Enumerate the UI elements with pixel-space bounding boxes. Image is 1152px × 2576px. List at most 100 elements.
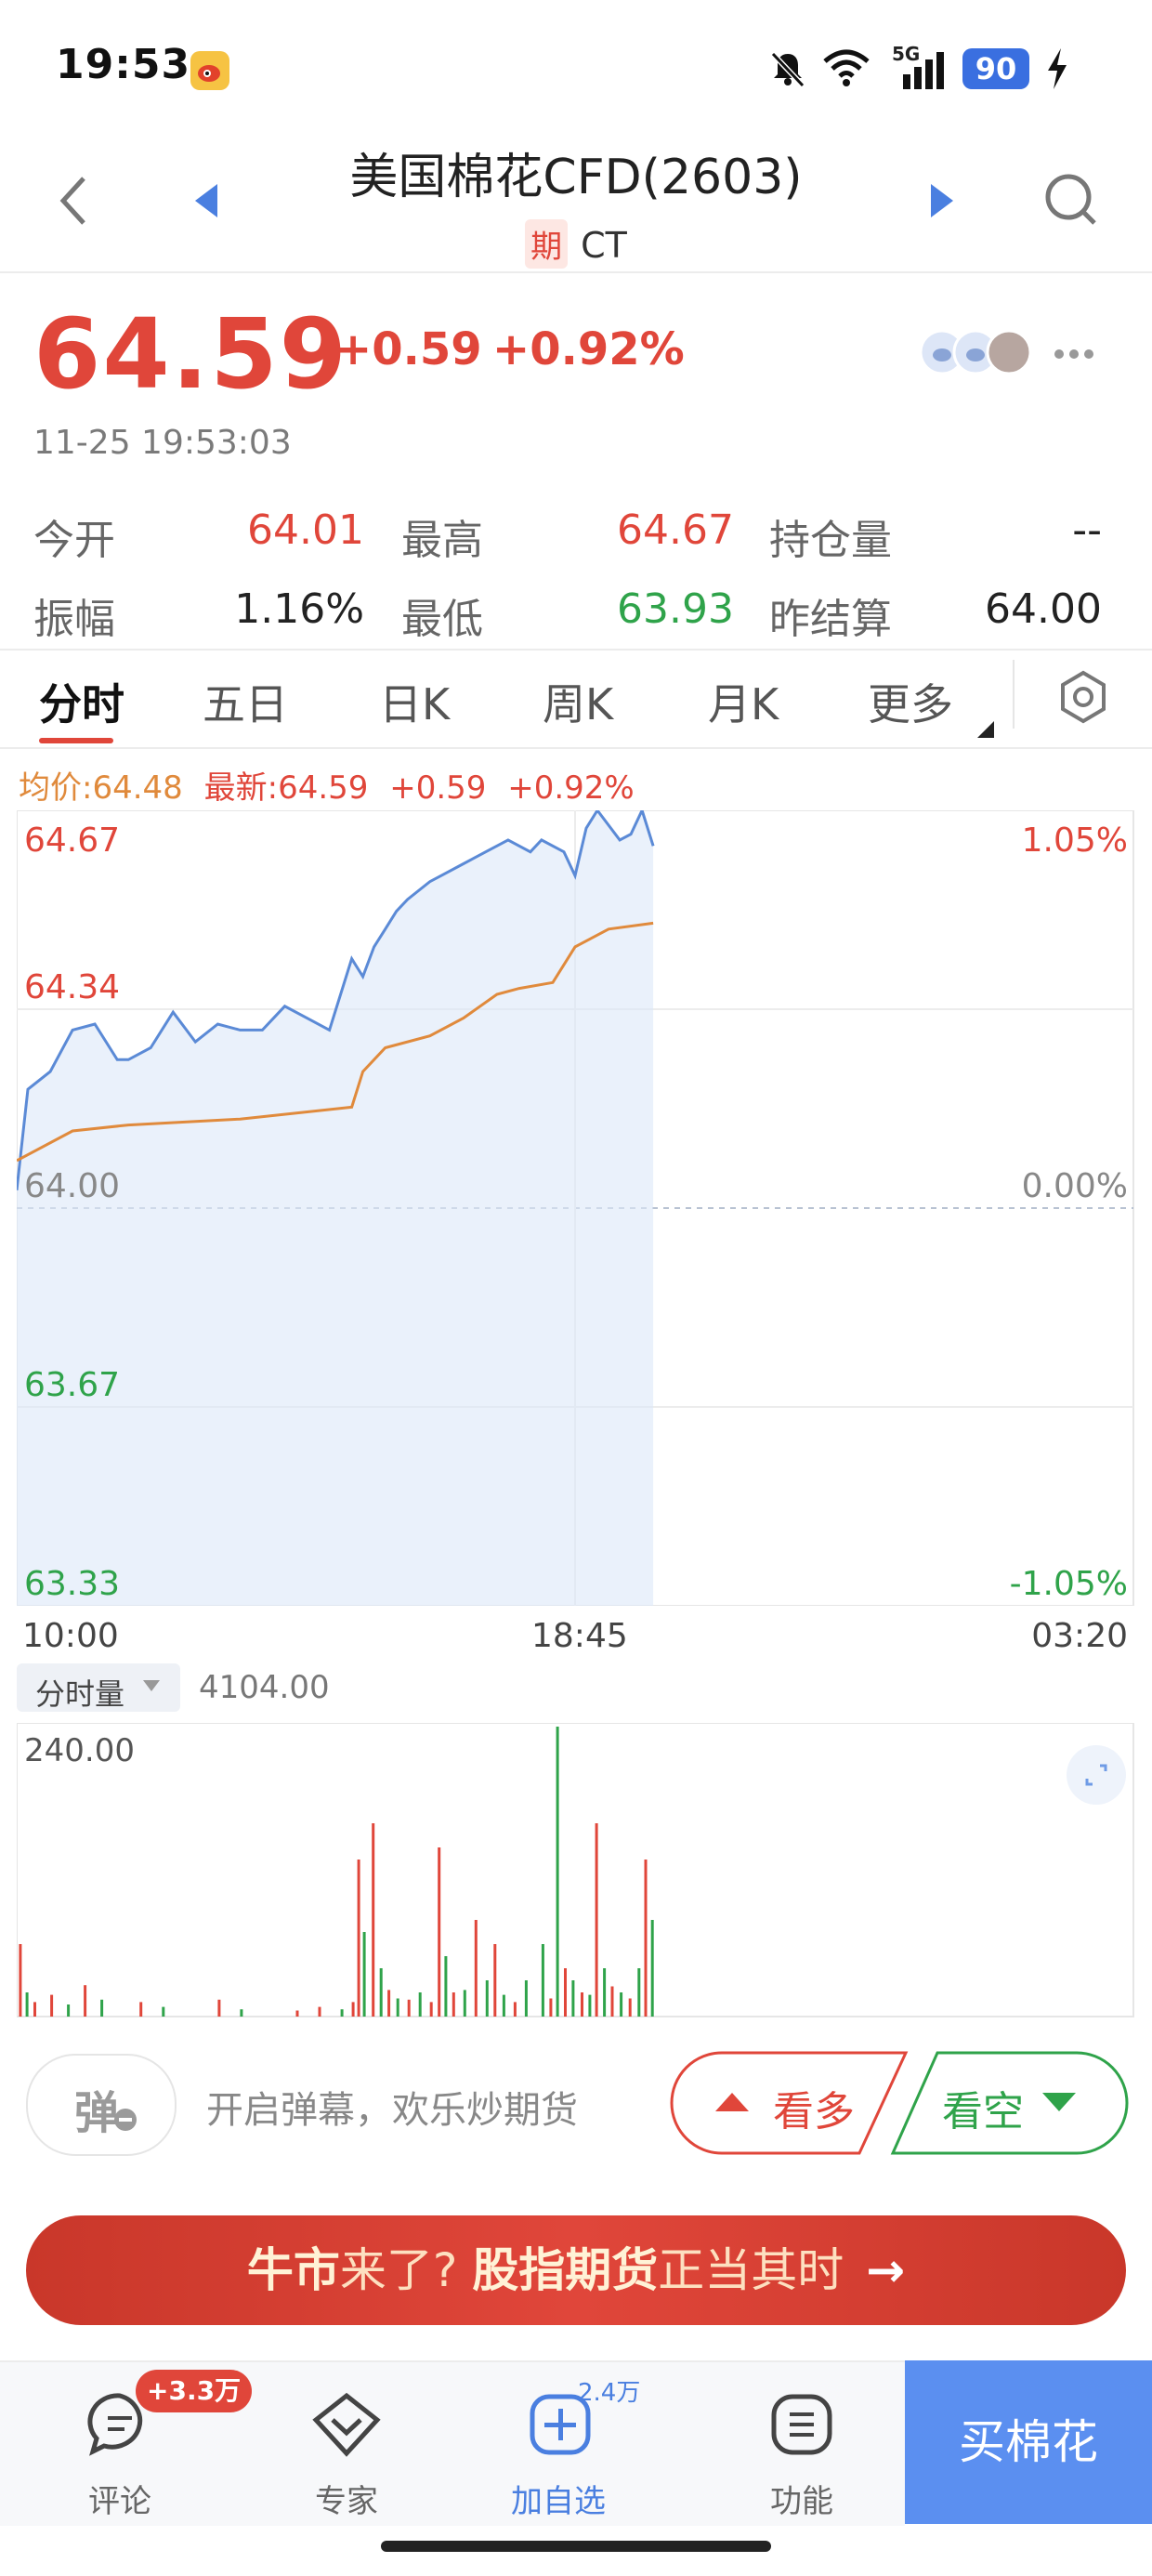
promo-banner[interactable]: 牛市来了? 股指期货正当其时 → (26, 2215, 1126, 2325)
volume-bar-17 (362, 1932, 366, 2017)
tab-intraday[interactable]: 分时 (39, 671, 124, 732)
y-tick-right-2: 0.00% (1021, 1167, 1128, 1205)
volume-bar-29 (474, 1920, 478, 2017)
tab-active-indicator (39, 738, 113, 743)
stat-amplitude-value: 1.16% (234, 585, 364, 633)
minus-icon (114, 2109, 137, 2131)
volume-bar-19 (379, 1968, 383, 2017)
volume-bar-45 (620, 1992, 623, 2017)
danmu-prompt[interactable]: 开启弹幕，欢乐炒期货 (206, 2080, 578, 2134)
volume-bar-3 (33, 2002, 36, 2017)
banner-text-1: 牛市 (246, 2243, 340, 2297)
avg-price-label: 均价:64.48 (19, 769, 183, 807)
menu-list-icon (771, 2394, 832, 2455)
volume-bar-16 (357, 1860, 360, 2017)
comment-count-badge: +3.3万 (136, 2370, 253, 2412)
stat-high-value: 64.67 (617, 506, 734, 554)
expand-icon[interactable] (1067, 1745, 1126, 1805)
volume-bar-36 (549, 1998, 553, 2017)
weibo-app-icon (190, 51, 229, 90)
volume-bar-24 (429, 2002, 433, 2017)
viewer-avatars[interactable] (919, 327, 1041, 381)
volume-bar-2 (25, 1992, 29, 2017)
volume-bar-43 (603, 1968, 607, 2017)
settings-icon[interactable] (1055, 669, 1111, 729)
volume-bar-14 (340, 2009, 344, 2017)
y-tick-right-1: 1.05% (1021, 821, 1128, 860)
volume-bar-34 (524, 1980, 528, 2017)
bear-button[interactable]: 看空 (929, 2050, 1124, 2156)
up-arrow-icon (715, 2093, 749, 2111)
volume-bar-20 (387, 1990, 391, 2017)
y-tick-right-3: -1.05% (1009, 1565, 1128, 1603)
volume-selector[interactable]: 分时量 (17, 1663, 180, 1712)
nav-experts[interactable]: 专家 (277, 2379, 416, 2520)
nav-experts-label: 专家 (315, 2483, 378, 2520)
volume-bar-22 (407, 1999, 411, 2017)
nav-functions-label: 功能 (770, 2483, 833, 2520)
search-icon[interactable] (1044, 173, 1100, 232)
volume-bar-38 (564, 1968, 567, 2017)
volume-bar-18 (372, 1823, 375, 2017)
buy-cotton-button[interactable]: 买棉花 (905, 2360, 1152, 2524)
volume-dropdown-icon (143, 1680, 160, 1691)
mute-icon (767, 48, 808, 93)
watchlist-count: 2.4万 (578, 2379, 641, 2407)
x-tick-2: 18:45 (531, 1617, 628, 1655)
volume-selector-label: 分时量 (35, 1676, 125, 1712)
tabs-divider (0, 747, 1152, 749)
volume-bar-23 (418, 1992, 422, 2017)
volume-bar-21 (396, 1998, 399, 2017)
volume-bar-31 (493, 1944, 497, 2017)
volume-bar-7 (100, 1999, 104, 2017)
volume-bar-32 (502, 1994, 505, 2017)
volume-bar-39 (571, 1980, 575, 2017)
quote-timestamp: 11-25 19:53:03 (33, 424, 292, 462)
volume-bar-4 (50, 1994, 54, 2017)
tab-separator (1013, 660, 1015, 729)
volume-bar-1 (19, 1944, 22, 2017)
volume-bar-40 (581, 1992, 583, 2017)
nav-add-watchlist-label: 加自选 (511, 2483, 606, 2520)
price-change: +0.59 (334, 323, 482, 375)
volume-bar-9 (162, 2006, 165, 2017)
next-contract-icon[interactable] (929, 182, 955, 223)
danmu-toggle[interactable]: 弹 (26, 2054, 177, 2156)
bull-button[interactable]: 看多 (687, 2050, 873, 2156)
stat-low-label: 最低 (401, 596, 483, 643)
tab-monthly-k[interactable]: 月K (708, 671, 779, 732)
tab-more[interactable]: 更多 (868, 671, 953, 732)
chart-change-label: +0.59 (389, 769, 487, 807)
volume-chart[interactable] (17, 1723, 1135, 2018)
stat-low-value: 63.93 (617, 585, 734, 633)
volume-bar-37 (556, 1727, 559, 2017)
volume-bar-42 (595, 1823, 598, 2017)
volume-bar-5 (67, 2004, 71, 2017)
tab-five-day[interactable]: 五日 (203, 671, 288, 732)
y-tick-left-1: 64.67 (24, 821, 121, 860)
volume-bar-44 (610, 1986, 614, 2017)
chart-change-pct-label: +0.92% (507, 769, 635, 807)
symbol-label: CT (581, 225, 627, 266)
tab-daily-k[interactable]: 日K (379, 671, 450, 732)
stat-open-interest-value: -- (1072, 506, 1102, 554)
volume-bar-30 (485, 1980, 489, 2017)
more-options-icon[interactable] (1054, 346, 1094, 363)
chart-info-line: 均价:64.48 最新:64.59 +0.59 +0.92% (19, 762, 635, 808)
volume-bar-47 (637, 1968, 641, 2017)
contract-subtitle: 期 CT (0, 219, 1152, 269)
tab-weekly-k[interactable]: 周K (543, 671, 613, 732)
stat-open-label: 今开 (33, 517, 115, 564)
current-price: 64.59 (33, 297, 348, 411)
price-change-percent: +0.92% (492, 323, 685, 375)
volume-bar-27 (452, 1992, 455, 2017)
volume-max-label: 240.00 (24, 1732, 135, 1769)
intraday-price-chart[interactable] (17, 810, 1135, 1606)
volume-bar-28 (463, 1990, 466, 2017)
stat-prev-settle-label: 昨结算 (769, 596, 892, 643)
y-tick-left-4: 63.67 (24, 1366, 121, 1404)
nav-functions[interactable]: 功能 (732, 2379, 871, 2520)
volume-frame (17, 1723, 1134, 2017)
volume-bar-12 (295, 2010, 299, 2017)
stat-open-value: 64.01 (247, 506, 364, 554)
